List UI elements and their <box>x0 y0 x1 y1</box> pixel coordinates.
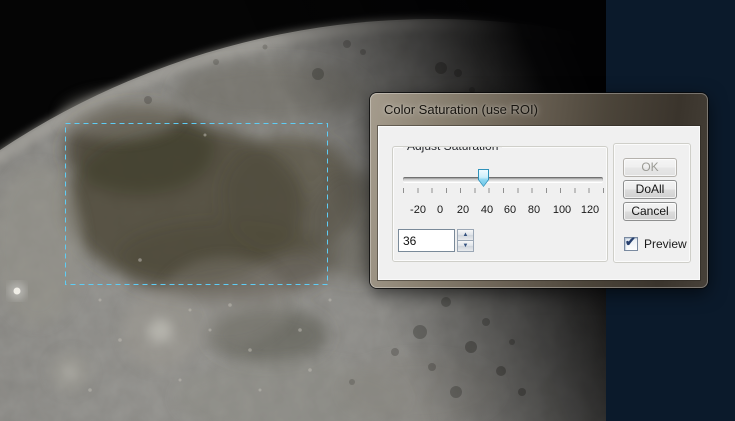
ok-button[interactable]: OK <box>623 158 677 177</box>
slider-scale-label: 20 <box>456 204 470 216</box>
preview-label[interactable]: Preview <box>644 237 687 251</box>
spinner-up-button[interactable]: ▲ <box>457 229 474 241</box>
dialog-title-bar[interactable]: Color Saturation (use ROI) <box>370 93 708 126</box>
slider-scale-label: 80 <box>527 204 541 216</box>
dialog-title: Color Saturation (use ROI) <box>384 102 538 117</box>
buttons-group: OK DoAll Cancel ✔ Preview <box>613 143 691 263</box>
dialog-color-saturation: Color Saturation (use ROI) Adjust Satura… <box>370 93 708 288</box>
slider-thumb[interactable] <box>478 169 489 187</box>
doall-button[interactable]: DoAll <box>623 180 677 199</box>
slider-scale-label: -20 <box>410 204 426 216</box>
spin-up-icon: ▲ <box>462 232 469 238</box>
slider-scale-label: 120 <box>580 204 600 216</box>
spin-down-icon: ▼ <box>462 243 469 249</box>
adjust-saturation-group: Adjust Saturation -20 0 20 40 60 80 100 … <box>392 146 608 262</box>
saturation-spinner: ▲ ▼ <box>457 229 474 252</box>
slider-scale-label: 40 <box>480 204 494 216</box>
spinner-down-button[interactable]: ▼ <box>457 241 474 252</box>
preview-checkbox[interactable]: ✔ <box>624 234 638 251</box>
dialog-client: Adjust Saturation -20 0 20 40 60 80 100 … <box>378 126 700 280</box>
slider-scale-label: 100 <box>552 204 572 216</box>
adjust-saturation-label: Adjust Saturation <box>403 147 503 153</box>
slider-scale-label: 0 <box>436 204 444 216</box>
slider-ticks <box>403 188 604 193</box>
slider-track[interactable] <box>403 177 603 182</box>
cancel-button[interactable]: Cancel <box>623 202 677 221</box>
checkmark-icon: ✔ <box>625 234 636 249</box>
slider-scale-label: 60 <box>503 204 517 216</box>
saturation-input[interactable] <box>398 229 455 252</box>
